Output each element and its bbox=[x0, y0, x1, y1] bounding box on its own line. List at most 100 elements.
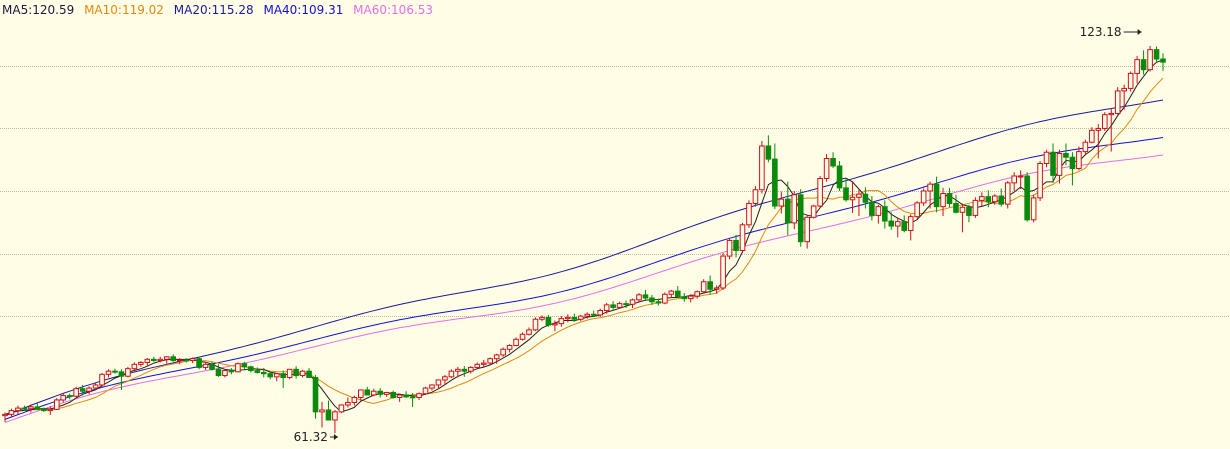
candle-body bbox=[319, 409, 325, 413]
candle-body bbox=[1004, 182, 1011, 205]
candle-body bbox=[196, 358, 202, 368]
candle-body bbox=[267, 373, 274, 378]
candle-body bbox=[118, 371, 125, 377]
candle-body bbox=[467, 366, 474, 372]
candle-body bbox=[493, 354, 500, 360]
candle-body bbox=[60, 395, 67, 401]
candle-body bbox=[733, 239, 739, 251]
candle-body bbox=[248, 366, 254, 372]
candle-body bbox=[545, 316, 552, 326]
candle-body bbox=[532, 318, 539, 331]
ma-line-ma60 bbox=[4, 154, 1164, 423]
candle-body bbox=[293, 368, 299, 377]
low-marker-arrowhead bbox=[333, 434, 338, 440]
candle-body bbox=[1101, 114, 1108, 129]
candle-body bbox=[979, 196, 985, 201]
candle-body bbox=[603, 304, 610, 312]
candle-body bbox=[429, 384, 435, 389]
candle-body bbox=[144, 358, 151, 363]
candle-body bbox=[1121, 87, 1127, 92]
candle-body bbox=[1095, 127, 1102, 131]
candle-body bbox=[519, 333, 526, 340]
candle-body bbox=[202, 363, 209, 368]
candle-body bbox=[1140, 59, 1147, 71]
candle-body bbox=[1108, 112, 1115, 116]
candle-body bbox=[616, 303, 623, 308]
candle-body bbox=[927, 183, 933, 192]
candle-body bbox=[843, 187, 849, 201]
candle-body bbox=[565, 316, 571, 320]
candle-body bbox=[79, 388, 86, 392]
candle-body bbox=[882, 206, 888, 222]
candle-body bbox=[875, 206, 882, 216]
candle-body bbox=[21, 407, 28, 410]
candle-body bbox=[649, 297, 655, 303]
candle-body bbox=[183, 359, 189, 362]
candle-body bbox=[131, 363, 138, 370]
candle-body bbox=[351, 396, 358, 403]
candle-body bbox=[170, 356, 177, 362]
candle-body bbox=[312, 376, 319, 413]
candle-body bbox=[1037, 162, 1043, 199]
candle-body bbox=[849, 196, 856, 201]
candle-body bbox=[241, 363, 248, 368]
candle-body bbox=[700, 281, 707, 293]
candle-body bbox=[552, 323, 558, 326]
candle-body bbox=[836, 165, 843, 189]
candle-body bbox=[1082, 141, 1089, 153]
candle-body bbox=[707, 281, 713, 290]
candle-body bbox=[746, 203, 752, 226]
candle-body bbox=[480, 362, 487, 365]
candle-body bbox=[500, 348, 506, 356]
candle-body bbox=[966, 206, 972, 216]
candle-body bbox=[752, 189, 759, 205]
candle-body bbox=[306, 370, 312, 378]
candle-body bbox=[739, 224, 746, 251]
candle-body bbox=[1017, 175, 1024, 178]
candle-body bbox=[325, 409, 332, 421]
candle-body bbox=[416, 393, 422, 398]
candle-body bbox=[590, 313, 597, 316]
candle-body bbox=[1043, 151, 1050, 164]
candle-body bbox=[797, 194, 804, 243]
candle-body bbox=[804, 216, 810, 243]
candle-body bbox=[713, 287, 720, 290]
candle-body bbox=[299, 370, 306, 377]
candle-body bbox=[636, 294, 642, 301]
candle-body bbox=[99, 373, 105, 386]
candle-body bbox=[1050, 151, 1056, 176]
candle-body bbox=[687, 295, 694, 300]
candle-body bbox=[513, 338, 519, 347]
candle-body bbox=[823, 157, 830, 180]
candle-body bbox=[907, 216, 914, 231]
candle-body bbox=[1160, 58, 1166, 63]
candle-body bbox=[125, 368, 131, 377]
candle-body bbox=[1076, 151, 1082, 169]
candle-body bbox=[448, 370, 455, 378]
candle-body bbox=[403, 394, 409, 398]
candle-body bbox=[791, 194, 798, 224]
candle-body bbox=[377, 390, 384, 395]
candle-body bbox=[260, 371, 267, 375]
candle-body bbox=[940, 193, 946, 208]
candle-body bbox=[163, 356, 170, 360]
candle-body bbox=[610, 304, 616, 308]
candle-body bbox=[474, 363, 481, 368]
candle-body bbox=[668, 290, 675, 295]
candle-body bbox=[1011, 175, 1018, 184]
candle-body bbox=[396, 394, 403, 398]
candle-body bbox=[455, 368, 461, 372]
candle-body bbox=[869, 201, 875, 216]
candle-body bbox=[998, 195, 1005, 205]
candle-body bbox=[571, 316, 578, 320]
candle-body bbox=[15, 407, 21, 412]
candle-body bbox=[810, 205, 817, 218]
candle-body bbox=[597, 310, 603, 316]
ma-line-ma20 bbox=[4, 99, 1164, 417]
candle-body bbox=[526, 329, 532, 335]
candle-body bbox=[150, 358, 157, 362]
candle-body bbox=[1153, 49, 1160, 60]
candle-body bbox=[985, 196, 992, 203]
ma-line-ma40 bbox=[4, 137, 1164, 420]
candle-body bbox=[209, 363, 215, 370]
